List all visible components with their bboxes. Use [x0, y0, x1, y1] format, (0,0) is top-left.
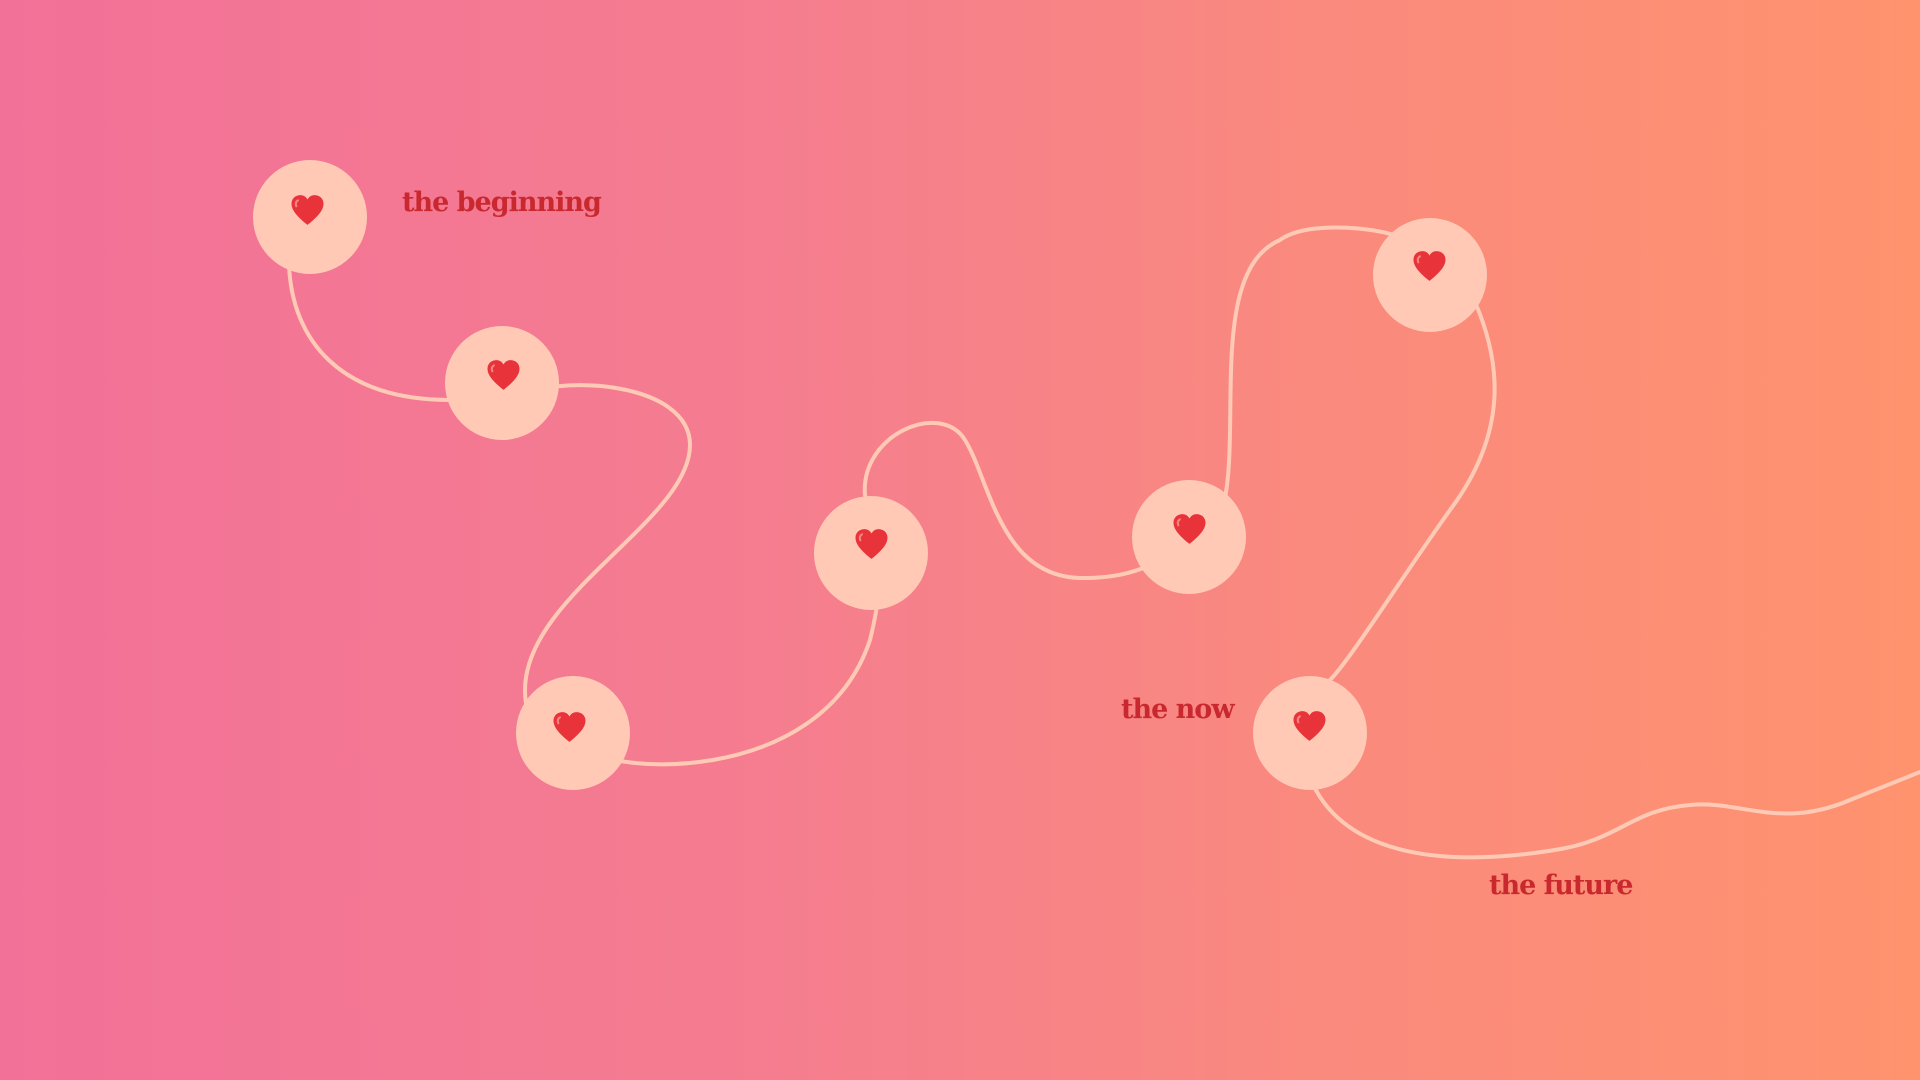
- timeline-node-2: [445, 326, 559, 440]
- timeline-node-3: [516, 676, 630, 790]
- timeline-node-7: [1253, 676, 1367, 790]
- timeline-node-6: [1373, 218, 1487, 332]
- label-the-now: the now: [1121, 694, 1235, 725]
- label-the-beginning: the beginning: [402, 187, 602, 218]
- label-the-future: the future: [1489, 870, 1633, 901]
- timeline-node-4: [814, 496, 928, 610]
- timeline-diagram: [253, 160, 1920, 860]
- timeline-node-1: [253, 160, 367, 274]
- timeline-node-5: [1132, 480, 1246, 594]
